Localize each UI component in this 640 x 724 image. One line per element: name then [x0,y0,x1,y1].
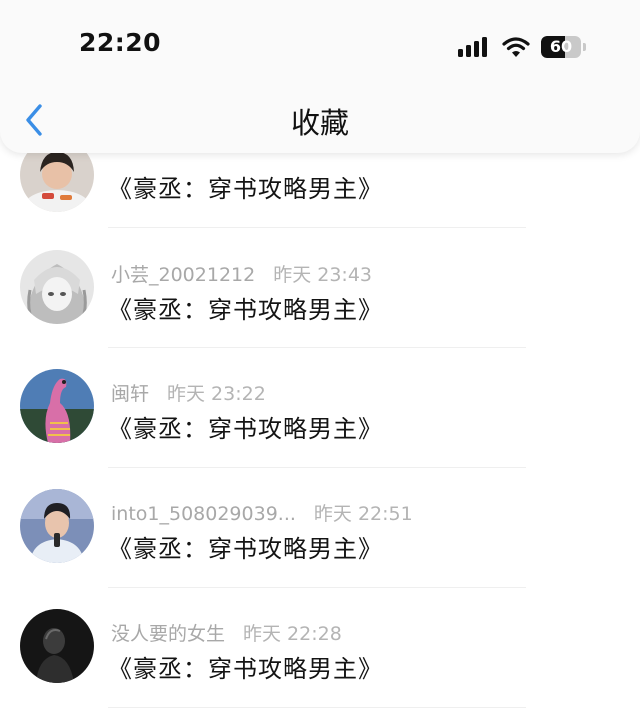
timestamp: 昨天 23:22 [167,383,266,405]
username[interactable]: into1_508029039... [111,503,296,525]
item-meta: into1_508029039... 昨天 22:51 [111,499,413,526]
signal-icon [458,37,487,57]
avatar[interactable] [20,369,94,443]
book-title-link[interactable]: 《豪丞：穿书攻略男主》 [108,169,383,204]
timestamp: 昨天 23:43 [273,264,373,286]
item-meta: 没人要的女生 昨天 22:28 [111,619,342,646]
avatar[interactable] [20,250,94,324]
timestamp: 昨天 22:51 [313,503,413,525]
username[interactable]: 小芸_20021212 [111,264,255,286]
battery-body: 60 [541,36,581,58]
battery-cap [583,43,586,51]
book-title-link[interactable]: 《豪丞：穿书攻略男主》 [108,409,383,444]
item-meta: 闽轩 昨天 23:22 [111,379,266,406]
list-item[interactable]: into1_508029039... 昨天 22:51 《豪丞：穿书攻略男主》 [0,468,640,588]
screen: 《豪丞：穿书攻略男主》 小芸_20021212 昨天 23:43 《豪丞：穿书攻… [0,0,640,724]
book-title-link[interactable]: 《豪丞：穿书攻略男主》 [108,649,383,684]
username[interactable]: 没人要的女生 [111,623,225,645]
battery-level: 60 [549,37,573,56]
list-item[interactable]: 没人要的女生 昨天 22:28 《豪丞：穿书攻略男主》 [0,588,640,708]
divider [108,707,526,708]
book-title-link[interactable]: 《豪丞：穿书攻略男主》 [108,529,383,564]
avatar[interactable] [20,609,94,683]
avatar[interactable] [20,489,94,563]
top-bar: 22:20 60 收藏 [0,0,640,153]
battery-icon: 60 [541,36,587,58]
book-title-link[interactable]: 《豪丞：穿书攻略男主》 [108,290,383,325]
username[interactable]: 闽轩 [111,383,149,405]
list-item[interactable]: 闽轩 昨天 23:22 《豪丞：穿书攻略男主》 [0,348,640,468]
page-title: 收藏 [290,106,349,140]
list-item[interactable]: 小芸_20021212 昨天 23:43 《豪丞：穿书攻略男主》 [0,228,640,348]
wifi-icon [502,37,530,57]
timestamp: 昨天 22:28 [243,623,342,645]
item-meta: 小芸_20021212 昨天 23:43 [111,260,372,287]
status-time: 22:20 [79,28,162,57]
